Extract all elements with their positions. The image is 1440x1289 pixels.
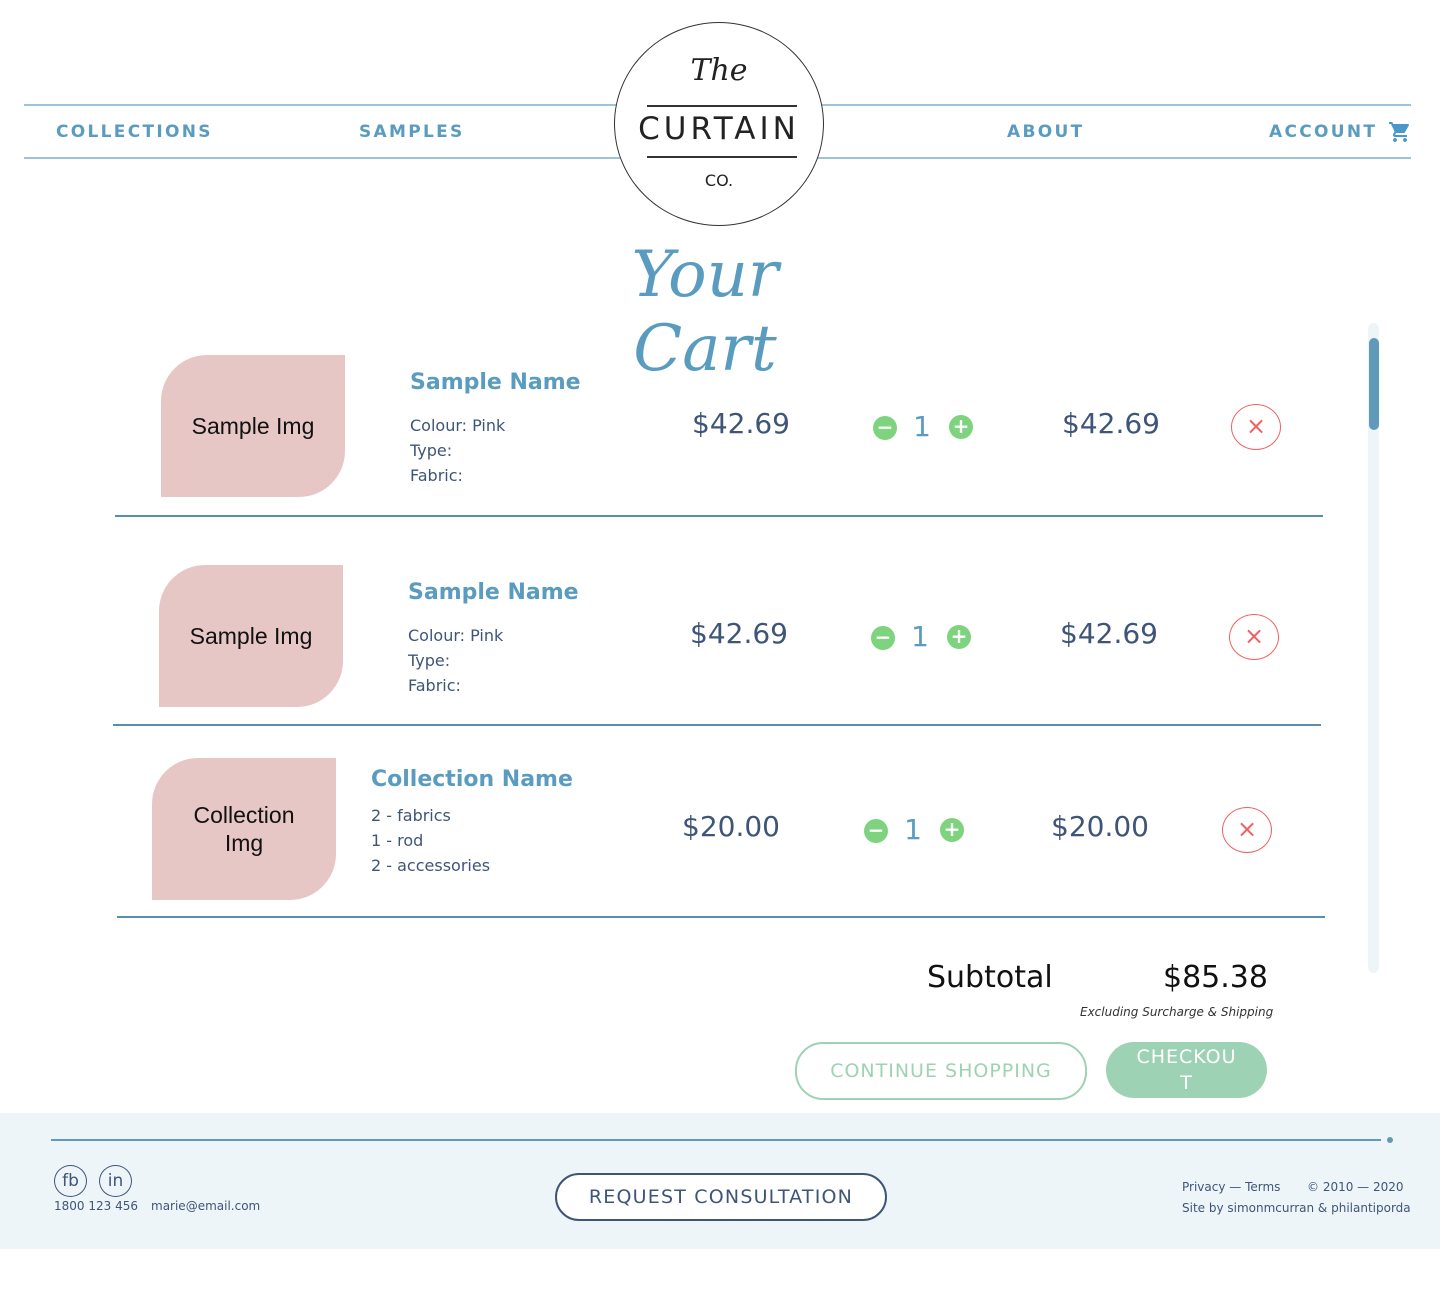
item-image[interactable]: Sample Img (161, 355, 345, 497)
item-detail-type: Type: (408, 651, 451, 670)
brand-logo[interactable]: The CURTAIN CO. (614, 22, 824, 226)
item-detail-fabric: Fabric: (410, 466, 463, 485)
item-details: Colour: Pink Type: Fabric: (408, 623, 503, 698)
item-image[interactable]: Sample Img (159, 565, 343, 707)
quantity-decrease-button[interactable]: − (864, 819, 888, 843)
item-price: $42.69 (692, 407, 790, 440)
logo-line-bottom (647, 156, 797, 158)
item-total: $42.69 (1060, 617, 1158, 650)
checkout-button[interactable]: CHECKOUT (1106, 1042, 1267, 1098)
item-detail-fabrics: 2 - fabrics (371, 806, 451, 825)
facebook-icon[interactable]: fb (54, 1165, 87, 1197)
item-divider (115, 515, 1323, 517)
footer-phone[interactable]: 1800 123 456 (54, 1199, 138, 1213)
remove-item-button[interactable]: × (1229, 614, 1279, 660)
item-detail-colour: Colour: Pink (408, 626, 504, 645)
nav-about[interactable]: ABOUT (1007, 122, 1084, 142)
nav-collections[interactable]: COLLECTIONS (56, 122, 213, 142)
nav-samples[interactable]: SAMPLES (359, 122, 465, 142)
scrollbar-thumb[interactable] (1369, 338, 1379, 430)
footer-rule (51, 1139, 1381, 1141)
logo-the: The (690, 53, 748, 88)
item-total: $20.00 (1051, 810, 1149, 843)
page-title: Your Cart (631, 238, 779, 386)
subtotal-value: $85.38 (1163, 960, 1268, 995)
subtotal-label: Subtotal (927, 960, 1053, 995)
item-divider (113, 724, 1321, 726)
quantity-increase-button[interactable]: + (949, 415, 973, 439)
item-detail-fabric: Fabric: (408, 676, 461, 695)
footer-credit[interactable]: Site by simonmcurran & philantiporda (1182, 1201, 1411, 1215)
quantity-value: 1 (911, 620, 929, 653)
item-detail-rod: 1 - rod (371, 831, 424, 850)
item-name[interactable]: Collection Name (371, 767, 573, 792)
quantity-value: 1 (904, 813, 922, 846)
continue-shopping-button[interactable]: CONTINUE SHOPPING (795, 1042, 1087, 1100)
item-price: $20.00 (682, 810, 780, 843)
item-details: Colour: Pink Type: Fabric: (410, 413, 505, 488)
quantity-decrease-button[interactable]: − (871, 626, 895, 650)
item-detail-accessories: 2 - accessories (371, 856, 491, 875)
quantity-decrease-button[interactable]: − (873, 416, 897, 440)
item-details: 2 - fabrics 1 - rod 2 - accessories (371, 803, 490, 878)
request-consultation-button[interactable]: REQUEST CONSULTATION (555, 1173, 887, 1221)
remove-item-button[interactable]: × (1231, 404, 1281, 450)
linkedin-icon[interactable]: in (99, 1165, 132, 1197)
item-price: $42.69 (690, 617, 788, 650)
quantity-increase-button[interactable]: + (947, 625, 971, 649)
quantity-value: 1 (913, 410, 931, 443)
logo-line-top (647, 105, 797, 107)
remove-item-button[interactable]: × (1222, 807, 1272, 853)
subtotal-note: Excluding Surcharge & Shipping (1080, 1005, 1274, 1019)
logo-co: CO. (704, 171, 734, 190)
item-name[interactable]: Sample Name (408, 580, 579, 605)
footer-email[interactable]: marie@email.com (151, 1199, 260, 1213)
item-divider (117, 916, 1325, 918)
logo-wordmark: CURTAIN (638, 111, 800, 147)
item-detail-colour: Colour: Pink (410, 416, 506, 435)
footer-copyright: © 2010 — 2020 (1307, 1180, 1404, 1194)
nav-account[interactable]: ACCOUNT (1269, 122, 1377, 142)
item-image[interactable]: Collection Img (152, 758, 336, 900)
item-total: $42.69 (1062, 407, 1160, 440)
footer-rule-dot (1387, 1137, 1393, 1143)
item-name[interactable]: Sample Name (410, 370, 581, 395)
shopping-cart-icon[interactable] (1388, 120, 1412, 144)
item-detail-type: Type: (410, 441, 453, 460)
quantity-increase-button[interactable]: + (940, 818, 964, 842)
footer-legal-links[interactable]: Privacy — Terms (1182, 1180, 1280, 1194)
